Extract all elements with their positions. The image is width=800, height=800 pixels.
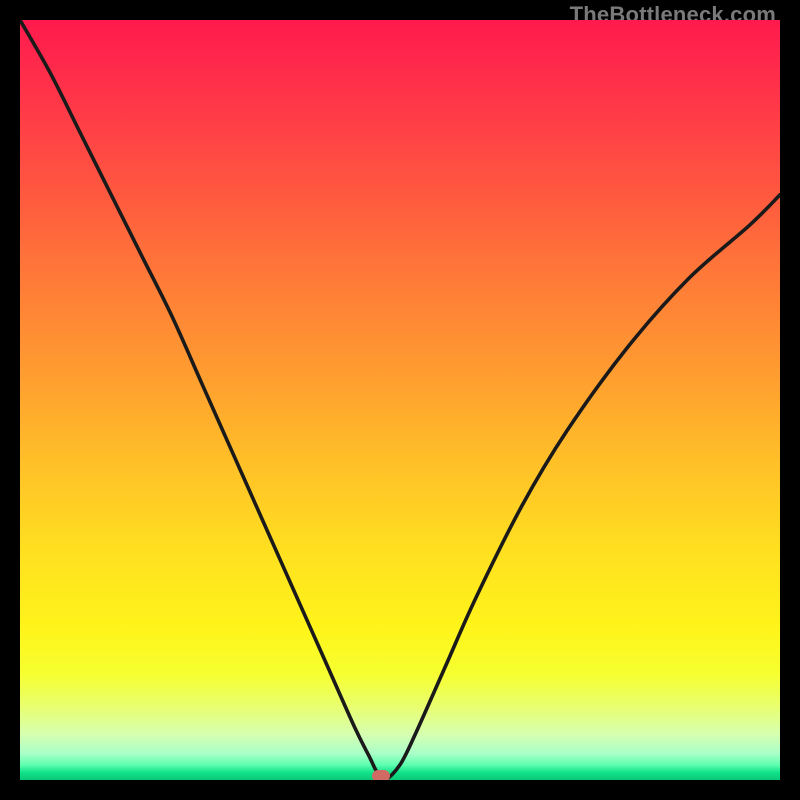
chart-frame: TheBottleneck.com bbox=[0, 0, 800, 800]
bottleneck-curve bbox=[20, 20, 780, 780]
optimum-marker bbox=[372, 770, 390, 780]
plot-area bbox=[20, 20, 780, 780]
